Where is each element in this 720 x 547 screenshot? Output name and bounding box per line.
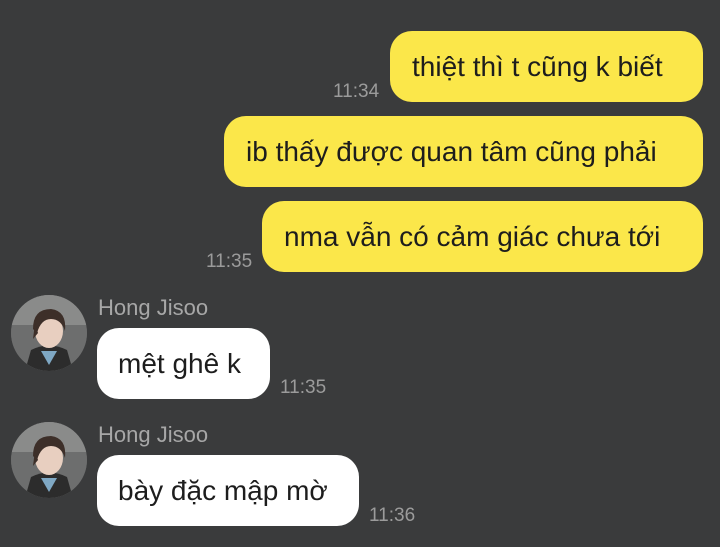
profile-photo-avatar-icon (11, 295, 87, 371)
sender-avatar[interactable] (11, 422, 87, 498)
message-text: thiệt thì t cũng k biết (412, 50, 663, 82)
profile-photo-avatar-icon (11, 422, 87, 498)
message-text: nma vẫn có cảm giác chưa tới (284, 220, 661, 252)
sender-name: Hong Jisoo (98, 295, 209, 320)
message-timestamp: 11:35 (206, 251, 253, 272)
message-text: ib thấy được quan tâm cũng phải (246, 135, 657, 167)
message-timestamp: 11:36 (369, 505, 416, 526)
incoming-message-bubble[interactable]: bày đặc mập mờ (97, 455, 359, 526)
message-text: bày đặc mập mờ (118, 474, 328, 506)
outgoing-message-bubble[interactable]: thiệt thì t cũng k biết (390, 31, 703, 102)
message-text: mệt ghê k (118, 347, 241, 379)
sender-name: Hong Jisoo (98, 422, 209, 447)
incoming-message-bubble[interactable]: mệt ghê k (97, 328, 270, 399)
message-timestamp: 11:35 (280, 377, 327, 398)
message-timestamp: 11:34 (333, 81, 380, 102)
outgoing-message-bubble[interactable]: nma vẫn có cảm giác chưa tới (262, 201, 703, 272)
sender-avatar[interactable] (11, 295, 87, 371)
outgoing-message-bubble[interactable]: ib thấy được quan tâm cũng phải (224, 116, 703, 187)
